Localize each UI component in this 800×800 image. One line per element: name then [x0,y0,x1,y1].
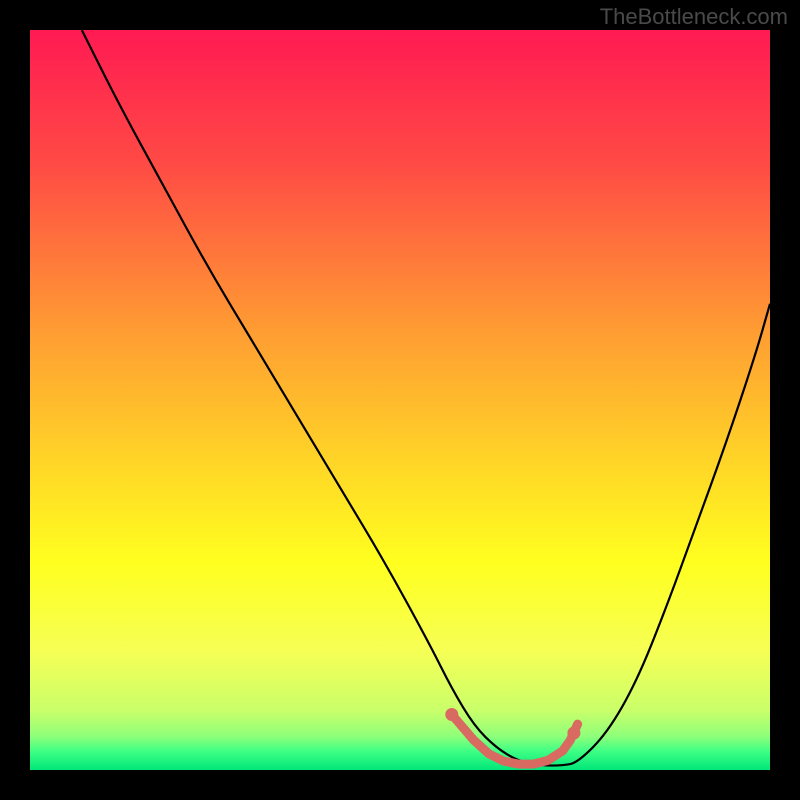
chart-container [30,30,770,770]
watermark-text: TheBottleneck.com [600,4,788,30]
chart-svg [30,30,770,770]
gradient-background [30,30,770,770]
